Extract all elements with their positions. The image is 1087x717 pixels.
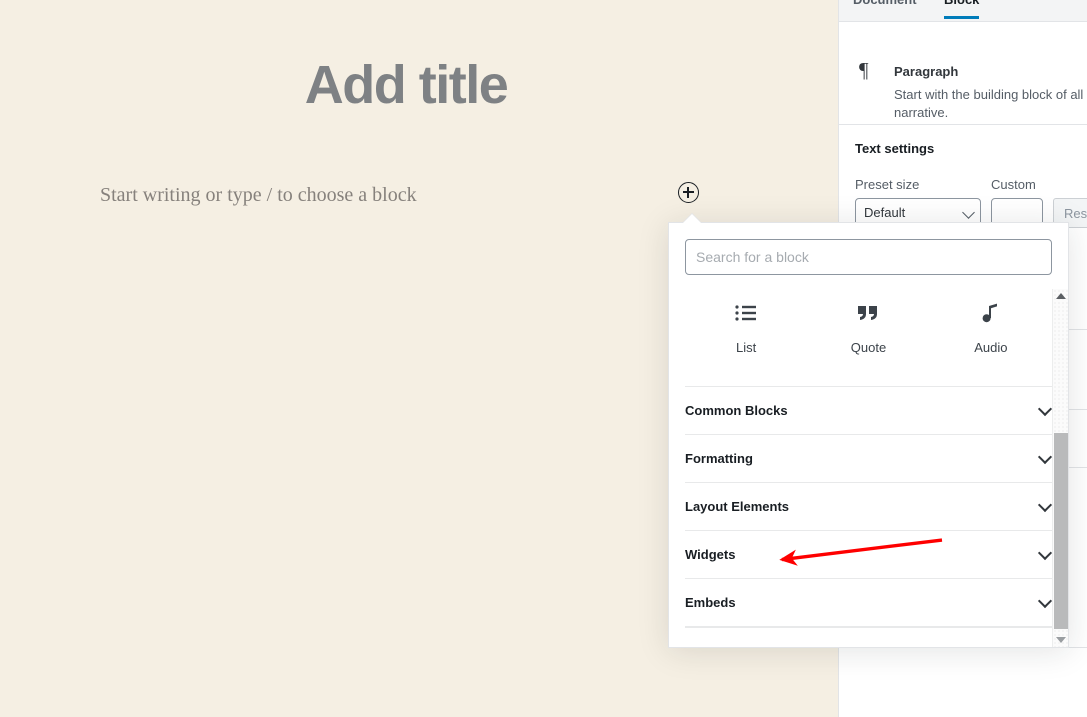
chevron-down-icon <box>1037 401 1053 416</box>
tab-block[interactable]: Block <box>944 0 980 19</box>
post-title-placeholder[interactable]: Add title <box>100 52 712 118</box>
category-widgets[interactable]: Widgets <box>685 530 1054 578</box>
preset-size-value: Default <box>864 205 906 220</box>
category-label: Formatting <box>685 451 753 466</box>
block-tile-label: Audio <box>974 340 1008 355</box>
custom-size-group: Custom <box>991 177 1043 228</box>
scroll-up-arrow-icon[interactable] <box>1056 293 1066 299</box>
sidebar-tab-bar: Document Block <box>839 0 1087 22</box>
block-tile-label: Quote <box>850 340 887 355</box>
preset-size-group: Preset size Default <box>855 177 981 228</box>
audio-note-icon <box>930 299 1052 327</box>
preset-size-label: Preset size <box>855 177 920 192</box>
block-card-description: Start with the building block of all nar… <box>894 87 1084 120</box>
popover-scrollbar[interactable] <box>1052 289 1068 647</box>
block-tile-label: List <box>736 340 757 355</box>
scroll-down-arrow-icon[interactable] <box>1056 637 1066 643</box>
text-settings-title: Text settings <box>855 141 935 156</box>
popover-notch <box>683 214 701 223</box>
list-icon <box>685 299 807 327</box>
suggested-blocks-grid: List Quote Audio <box>669 275 1068 373</box>
font-size-controls: Preset size Default Custom Reset <box>855 177 1087 228</box>
category-layout-elements[interactable]: Layout Elements <box>685 482 1054 530</box>
custom-size-label: Custom <box>991 177 1036 192</box>
category-label: Widgets <box>685 547 736 562</box>
category-formatting[interactable]: Formatting <box>685 434 1054 482</box>
scrollbar-thumb[interactable] <box>1054 433 1068 629</box>
category-label: Embeds <box>685 595 736 610</box>
block-category-list: Common Blocks Formatting Layout Elements… <box>669 386 1070 628</box>
block-search-wrapper <box>669 223 1068 275</box>
chevron-down-icon <box>1037 545 1053 560</box>
block-tile-list[interactable]: List <box>685 293 807 365</box>
block-info-card: ¶ Paragraph Start with the building bloc… <box>839 22 1087 125</box>
block-inserter-popover: List Quote Audio <box>668 214 1070 648</box>
block-tile-quote[interactable]: Quote <box>807 293 929 365</box>
category-common-blocks[interactable]: Common Blocks <box>685 386 1054 434</box>
tab-document[interactable]: Document <box>853 0 917 16</box>
pilcrow-icon: ¶ <box>859 58 869 82</box>
block-card-title: Paragraph <box>894 64 959 79</box>
block-search-input[interactable] <box>685 239 1052 275</box>
quote-icon <box>807 299 929 327</box>
chevron-down-icon <box>1037 593 1053 608</box>
chevron-down-icon <box>1037 497 1053 512</box>
category-embeds[interactable]: Embeds <box>685 578 1054 626</box>
category-list-end-divider <box>685 626 1054 628</box>
block-tile-audio[interactable]: Audio <box>930 293 1052 365</box>
category-label: Common Blocks <box>685 403 788 418</box>
paragraph-block-placeholder[interactable]: Start writing or type / to choose a bloc… <box>100 181 417 209</box>
chevron-down-icon <box>1037 449 1053 464</box>
add-block-button[interactable] <box>678 182 699 203</box>
category-label: Layout Elements <box>685 499 790 514</box>
chevron-down-icon <box>962 206 975 219</box>
screen: Add title Start writing or type / to cho… <box>0 0 1087 717</box>
